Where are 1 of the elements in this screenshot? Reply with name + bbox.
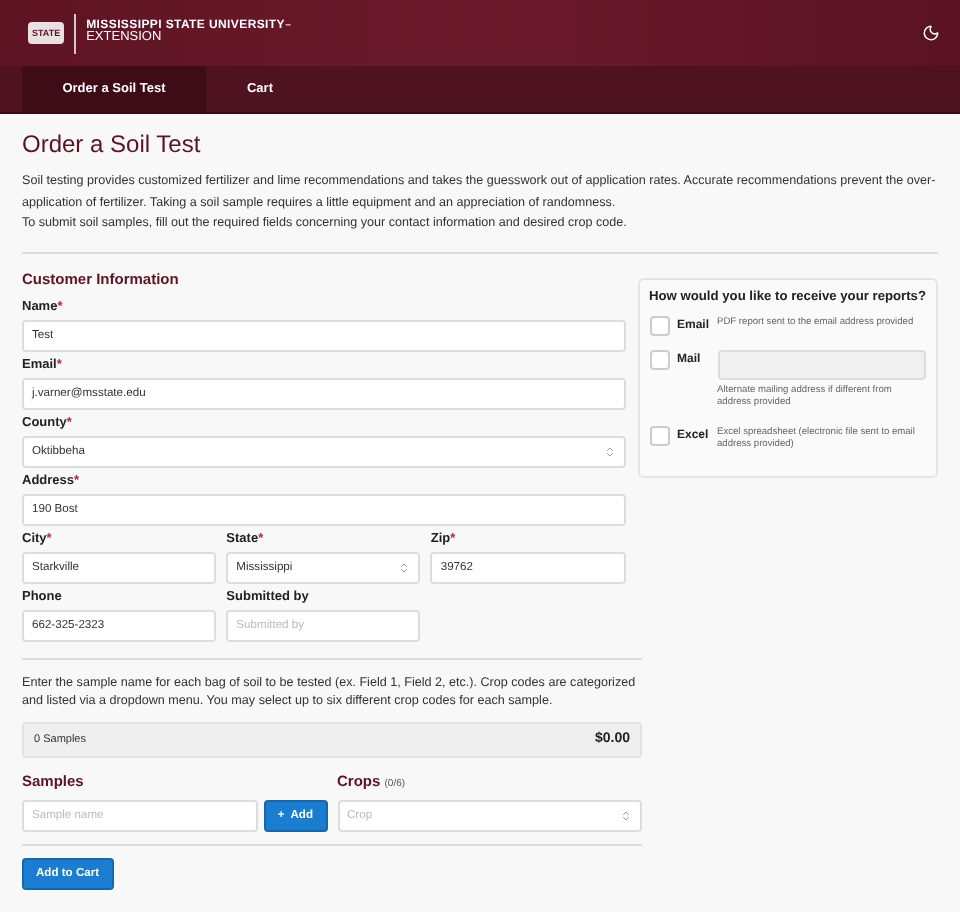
page-title: Order a Soil Test	[22, 130, 203, 158]
